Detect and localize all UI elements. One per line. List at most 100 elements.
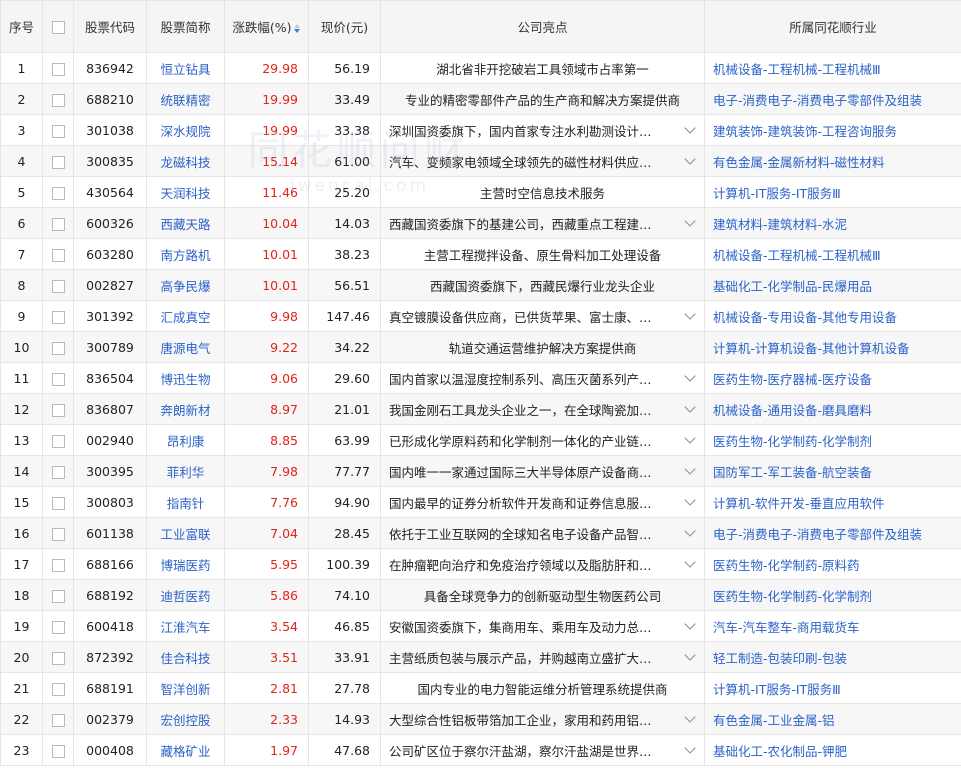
table-row[interactable]: 15 300803 指南针 7.76 94.90 国内最早的证券分析软件开发商和证券信息服… [0, 486, 961, 518]
industry-link[interactable]: 计算机-软件开发-垂直应用软件 [704, 486, 961, 518]
industry-link[interactable]: 建筑材料-建筑材料-水泥 [704, 207, 961, 239]
row-select[interactable] [42, 269, 74, 301]
company-highlight[interactable]: 深圳国资委旗下，国内首家专注水利勘测设计… [380, 114, 705, 146]
row-checkbox[interactable] [51, 62, 65, 76]
industry-link[interactable]: 医药生物-化学制药-化学制剂 [704, 424, 961, 456]
row-checkbox[interactable] [51, 155, 65, 169]
row-checkbox[interactable] [51, 93, 65, 107]
row-select[interactable] [42, 362, 74, 394]
company-highlight[interactable]: 已形成化学原料药和化学制剂一体化的产业链… [380, 424, 705, 456]
header-code[interactable]: 股票代码 [73, 0, 147, 53]
row-select[interactable] [42, 517, 74, 549]
row-checkbox[interactable] [51, 589, 65, 603]
row-checkbox[interactable] [51, 124, 65, 138]
row-select[interactable] [42, 579, 74, 611]
row-checkbox[interactable] [51, 558, 65, 572]
industry-link[interactable]: 机械设备-专用设备-其他专用设备 [704, 300, 961, 332]
company-highlight[interactable]: 安徽国资委旗下，集商用车、乘用车及动力总… [380, 610, 705, 642]
header-seq[interactable]: 序号 [0, 0, 43, 53]
row-select[interactable] [42, 114, 74, 146]
industry-link[interactable]: 医药生物-医疗器械-医疗设备 [704, 362, 961, 394]
stock-name-link[interactable]: 指南针 [146, 486, 225, 518]
row-select[interactable] [42, 145, 74, 177]
row-select[interactable] [42, 672, 74, 704]
row-checkbox[interactable] [51, 279, 65, 293]
row-select[interactable] [42, 703, 74, 735]
stock-name-link[interactable]: 江淮汽车 [146, 610, 225, 642]
row-checkbox[interactable] [51, 682, 65, 696]
row-checkbox[interactable] [51, 341, 65, 355]
stock-name-link[interactable]: 博瑞医药 [146, 548, 225, 580]
stock-name-link[interactable]: 博迅生物 [146, 362, 225, 394]
industry-link[interactable]: 计算机-IT服务-IT服务Ⅲ [704, 176, 961, 208]
header-select-all[interactable] [42, 0, 74, 53]
industry-link[interactable]: 国防军工-军工装备-航空装备 [704, 455, 961, 487]
industry-link[interactable]: 有色金属-金属新材料-磁性材料 [704, 145, 961, 177]
company-highlight[interactable]: 在肿瘤靶向治疗和免疫治疗领域以及脂肪肝和… [380, 548, 705, 580]
row-checkbox[interactable] [51, 651, 65, 665]
table-row[interactable]: 23 000408 藏格矿业 1.97 47.68 公司矿区位于察尔汗盐湖，察尔汗盐湖是世… [0, 734, 961, 766]
row-checkbox[interactable] [51, 310, 65, 324]
stock-name-link[interactable]: 藏格矿业 [146, 734, 225, 766]
row-checkbox[interactable] [51, 434, 65, 448]
company-highlight[interactable]: 国内最早的证券分析软件开发商和证券信息服… [380, 486, 705, 518]
stock-name-link[interactable]: 西藏天路 [146, 207, 225, 239]
stock-name-link[interactable]: 工业富联 [146, 517, 225, 549]
row-checkbox[interactable] [51, 217, 65, 231]
table-row[interactable]: 7 603280 南方路机 10.01 38.23 主营工程搅拌设备、原生骨料加工处理设备… [0, 238, 961, 270]
company-highlight[interactable]: 国内唯一一家通过国际三大半导体原产设备商… [380, 455, 705, 487]
header-name[interactable]: 股票简称 [146, 0, 225, 53]
row-select[interactable] [42, 176, 74, 208]
table-row[interactable]: 22 002379 宏创控股 2.33 14.93 大型综合性铝板带箔加工企业，家用和药用… [0, 703, 961, 735]
row-checkbox[interactable] [51, 713, 65, 727]
row-select[interactable] [42, 424, 74, 456]
table-row[interactable]: 3 301038 深水规院 19.99 33.38 深圳国资委旗下，国内首家专注水利勘测设… [0, 114, 961, 146]
stock-name-link[interactable]: 宏创控股 [146, 703, 225, 735]
row-select[interactable] [42, 331, 74, 363]
table-row[interactable]: 8 002827 高争民爆 10.01 56.51 西藏国资委旗下，西藏民爆行业龙头企业 基… [0, 269, 961, 301]
industry-link[interactable]: 机械设备-通用设备-磨具磨料 [704, 393, 961, 425]
row-checkbox[interactable] [51, 744, 65, 758]
industry-link[interactable]: 机械设备-工程机械-工程机械Ⅲ [704, 238, 961, 270]
company-highlight[interactable]: 国内首家以温湿度控制系列、高压灭菌系列产… [380, 362, 705, 394]
industry-link[interactable]: 计算机-IT服务-IT服务Ⅲ [704, 672, 961, 704]
table-row[interactable]: 21 688191 智洋创新 2.81 27.78 国内专业的电力智能运维分析管理系统提供… [0, 672, 961, 704]
row-select[interactable] [42, 610, 74, 642]
industry-link[interactable]: 汽车-汽车整车-商用载货车 [704, 610, 961, 642]
table-row[interactable]: 2 688210 统联精密 19.99 33.49 专业的精密零部件产品的生产商和解决方案… [0, 83, 961, 115]
company-highlight[interactable]: 大型综合性铝板带箔加工企业，家用和药用铝… [380, 703, 705, 735]
stock-name-link[interactable]: 菲利华 [146, 455, 225, 487]
industry-link[interactable]: 机械设备-工程机械-工程机械Ⅲ [704, 52, 961, 84]
row-select[interactable] [42, 548, 74, 580]
stock-name-link[interactable]: 天润科技 [146, 176, 225, 208]
header-highlight[interactable]: 公司亮点 [380, 0, 705, 53]
industry-link[interactable]: 电子-消费电子-消费电子零部件及组装 [704, 517, 961, 549]
table-row[interactable]: 20 872392 佳合科技 3.51 33.91 主营纸质包装与展示产品，并购越南立盛扩… [0, 641, 961, 673]
row-select[interactable] [42, 300, 74, 332]
stock-name-link[interactable]: 统联精密 [146, 83, 225, 115]
table-row[interactable]: 4 300835 龙磁科技 15.14 61.00 汽车、变频家电领域全球领先的磁性材料供… [0, 145, 961, 177]
row-checkbox[interactable] [51, 248, 65, 262]
industry-link[interactable]: 电子-消费电子-消费电子零部件及组装 [704, 83, 961, 115]
stock-name-link[interactable]: 恒立钻具 [146, 52, 225, 84]
industry-link[interactable]: 医药生物-化学制药-原料药 [704, 548, 961, 580]
industry-link[interactable]: 基础化工-农化制品-钾肥 [704, 734, 961, 766]
industry-link[interactable]: 计算机-计算机设备-其他计算机设备 [704, 331, 961, 363]
row-select[interactable] [42, 641, 74, 673]
industry-link[interactable]: 建筑装饰-建筑装饰-工程咨询服务 [704, 114, 961, 146]
table-row[interactable]: 10 300789 唐源电气 9.22 34.22 轨道交通运营维护解决方案提供商 计算机-… [0, 331, 961, 363]
stock-name-link[interactable]: 智洋创新 [146, 672, 225, 704]
row-select[interactable] [42, 238, 74, 270]
table-row[interactable]: 9 301392 汇成真空 9.98 147.46 真空镀膜设备供应商，已供货苹果、富士康… [0, 300, 961, 332]
row-select[interactable] [42, 52, 74, 84]
table-row[interactable]: 13 002940 昂利康 8.85 63.99 已形成化学原料药和化学制剂一体化的产业链… [0, 424, 961, 456]
table-row[interactable]: 14 300395 菲利华 7.98 77.77 国内唯一一家通过国际三大半导体原产设备商… [0, 455, 961, 487]
stock-name-link[interactable]: 迪哲医药 [146, 579, 225, 611]
table-row[interactable]: 17 688166 博瑞医药 5.95 100.39 在肿瘤靶向治疗和免疫治疗领域以及脂肪… [0, 548, 961, 580]
row-checkbox[interactable] [51, 372, 65, 386]
company-highlight[interactable]: 主营纸质包装与展示产品，并购越南立盛扩大… [380, 641, 705, 673]
stock-name-link[interactable]: 深水规院 [146, 114, 225, 146]
table-row[interactable]: 1 836942 恒立钻具 29.98 56.19 湖北省非开挖破岩工具领域市占率第一 机械… [0, 52, 961, 84]
header-price[interactable]: 现价(元) [308, 0, 381, 53]
table-row[interactable]: 6 600326 西藏天路 10.04 14.03 西藏国资委旗下的基建公司，西藏重点工程… [0, 207, 961, 239]
